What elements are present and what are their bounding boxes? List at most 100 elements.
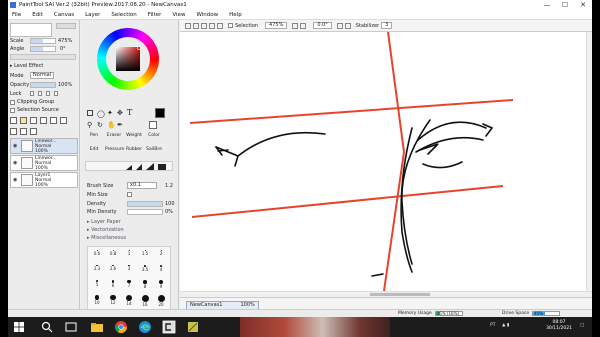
rotate-buttons[interactable] — [336, 22, 351, 29]
brush-size-preset[interactable]: 1 — [122, 249, 136, 261]
opacity-slider[interactable] — [30, 82, 56, 88]
tool-weight[interactable]: Weight — [125, 133, 143, 143]
menu-file[interactable]: File — [12, 12, 21, 18]
sai-app-icon[interactable] — [162, 320, 176, 334]
menu-layer[interactable]: Layer — [85, 12, 100, 18]
delete-layer-icon[interactable] — [60, 117, 67, 124]
angle-select[interactable]: 0.0° — [313, 22, 332, 29]
new-layer-icon[interactable] — [10, 117, 17, 124]
vertical-scrollbar[interactable] — [586, 32, 592, 297]
language-indicator[interactable]: PT — [490, 323, 495, 328]
maximize-button[interactable]: ☐ — [556, 0, 574, 10]
layer-row[interactable]: ◉ Layer1 Normal 100% — [10, 172, 78, 188]
window-preview-thumbnail[interactable] — [240, 317, 390, 337]
level-effect-toggle[interactable]: ▸ Level Effect — [10, 63, 43, 69]
brush-size-preset[interactable]: 20 — [154, 294, 168, 307]
layer-paper-section[interactable]: ▸ Layer Paper — [87, 219, 121, 225]
brush-size-preset[interactable]: 0.6 — [90, 249, 104, 261]
brush-size-preset[interactable]: 0.8 — [106, 249, 120, 261]
menu-edit[interactable]: Edit — [32, 12, 43, 18]
canvas-area[interactable]: Selection 475% 0.0° Stabilizer 3 — [180, 20, 592, 297]
eyedropper-icon[interactable]: ✒ — [117, 121, 123, 129]
layer-row[interactable]: ◉ Linewor... Normal 100% — [10, 155, 78, 171]
taskbar-clock[interactable]: 08:07 30/11/2021 — [546, 320, 572, 332]
brush-size-preset[interactable]: 12 — [106, 294, 120, 306]
scrollbar-thumb[interactable] — [370, 293, 430, 296]
eye-icon[interactable]: ◉ — [13, 143, 19, 149]
magic-wand-icon[interactable]: ✦ — [107, 109, 113, 117]
brush-size-preset[interactable]: 6 — [106, 279, 120, 291]
move-icon[interactable]: ✥ — [117, 109, 123, 117]
tool-pressure[interactable]: Pressure — [105, 147, 124, 157]
tool-rubber[interactable]: Rubber — [125, 147, 143, 157]
zoom-select[interactable]: 475% — [265, 22, 288, 29]
tool-sailbre[interactable]: SailBre — [145, 147, 163, 157]
system-tray-icons[interactable]: ▲ ▮ — [502, 323, 509, 328]
transfer-down-icon[interactable] — [20, 128, 27, 135]
brush-size-preset[interactable]: 3 — [122, 264, 136, 276]
vectorization-section[interactable]: ▸ Vectorization — [87, 227, 124, 233]
brush-size-preset[interactable]: 10 — [90, 294, 104, 306]
menu-filter[interactable]: Filter — [148, 12, 162, 18]
search-icon[interactable] — [40, 320, 54, 334]
windows-start-icon[interactable] — [12, 320, 26, 334]
brush-size-preset[interactable]: 7 — [122, 279, 136, 291]
miscellaneous-section[interactable]: ▸ Miscellaneous — [87, 235, 126, 241]
menu-window[interactable]: Window — [196, 12, 218, 18]
chrome-icon[interactable] — [114, 320, 128, 334]
lasso-icon[interactable]: ◯ — [97, 110, 105, 118]
selection-source-checkbox[interactable]: Selection Source — [10, 107, 59, 113]
view-buttons[interactable] — [185, 22, 223, 29]
scale-slider[interactable] — [30, 38, 56, 44]
merge-layer-icon[interactable] — [50, 117, 57, 124]
brush-size-preset[interactable]: 4 — [154, 264, 168, 276]
task-view-icon[interactable] — [64, 320, 78, 334]
selection-checkbox[interactable] — [228, 23, 233, 28]
navigator-buttons[interactable] — [10, 54, 76, 60]
layer-row[interactable]: ◉ Linewor... Normal 100% — [10, 138, 78, 154]
select-rect-icon[interactable] — [87, 110, 93, 116]
tool-pen[interactable]: Pen — [85, 133, 103, 143]
menu-selection[interactable]: Selection — [111, 12, 136, 18]
brush-size-preset[interactable]: 16 — [138, 294, 152, 307]
tool-edit[interactable]: Edit — [85, 147, 103, 157]
brush-size-preset[interactable]: 2 — [154, 249, 168, 261]
angle-slider[interactable] — [30, 46, 56, 52]
edge-icon[interactable] — [138, 320, 152, 334]
new-linework-icon[interactable] — [30, 117, 37, 124]
brush-size-preset[interactable]: 3.5 — [138, 264, 152, 276]
brush-shape-row[interactable] — [85, 161, 173, 171]
hand-icon[interactable]: ✋ — [107, 121, 116, 129]
clipping-group-checkbox[interactable]: Clipping Group — [10, 99, 54, 105]
brush-size-preset[interactable]: 9 — [154, 279, 168, 291]
brush-size-preset[interactable]: 14 — [122, 294, 136, 306]
navigator-zoom-buttons[interactable] — [56, 23, 76, 29]
brush-size-mult[interactable]: x0.1 — [127, 182, 157, 189]
brush-size-preset[interactable]: 2.6 — [106, 264, 120, 276]
stabilizer-select[interactable]: 3 — [381, 22, 393, 29]
drawing-canvas[interactable] — [180, 32, 586, 291]
tool-eraser[interactable]: Eraser — [105, 133, 123, 143]
mask-icon[interactable] — [10, 128, 17, 135]
min-density-slider[interactable] — [127, 209, 163, 215]
file-explorer-icon[interactable] — [90, 320, 104, 334]
menu-view[interactable]: View — [172, 12, 185, 18]
brush-size-preset[interactable]: 5 — [90, 279, 104, 291]
eye-icon[interactable]: ◉ — [13, 160, 19, 166]
eye-icon[interactable]: ◉ — [13, 177, 19, 183]
brush-size-preset[interactable]: 8 — [138, 279, 152, 291]
brush-size-preset[interactable]: 2.3 — [90, 264, 104, 276]
density-slider[interactable] — [127, 201, 163, 207]
notification-icon[interactable]: □ — [580, 323, 584, 328]
copy-layer-icon[interactable] — [40, 117, 47, 124]
brush-size-preset[interactable]: 1.5 — [138, 249, 152, 261]
zoom-icon[interactable]: ⚲ — [87, 121, 92, 129]
menu-canvas[interactable]: Canvas — [54, 12, 74, 18]
color-wheel[interactable] — [81, 20, 179, 110]
secondary-color-swatch[interactable] — [149, 121, 157, 129]
lock-options[interactable] — [30, 91, 60, 97]
rotate-icon[interactable]: ↻ — [97, 121, 103, 129]
text-icon[interactable]: T — [127, 108, 132, 117]
close-button[interactable]: ✕ — [574, 0, 592, 10]
menu-help[interactable]: Help — [229, 12, 242, 18]
